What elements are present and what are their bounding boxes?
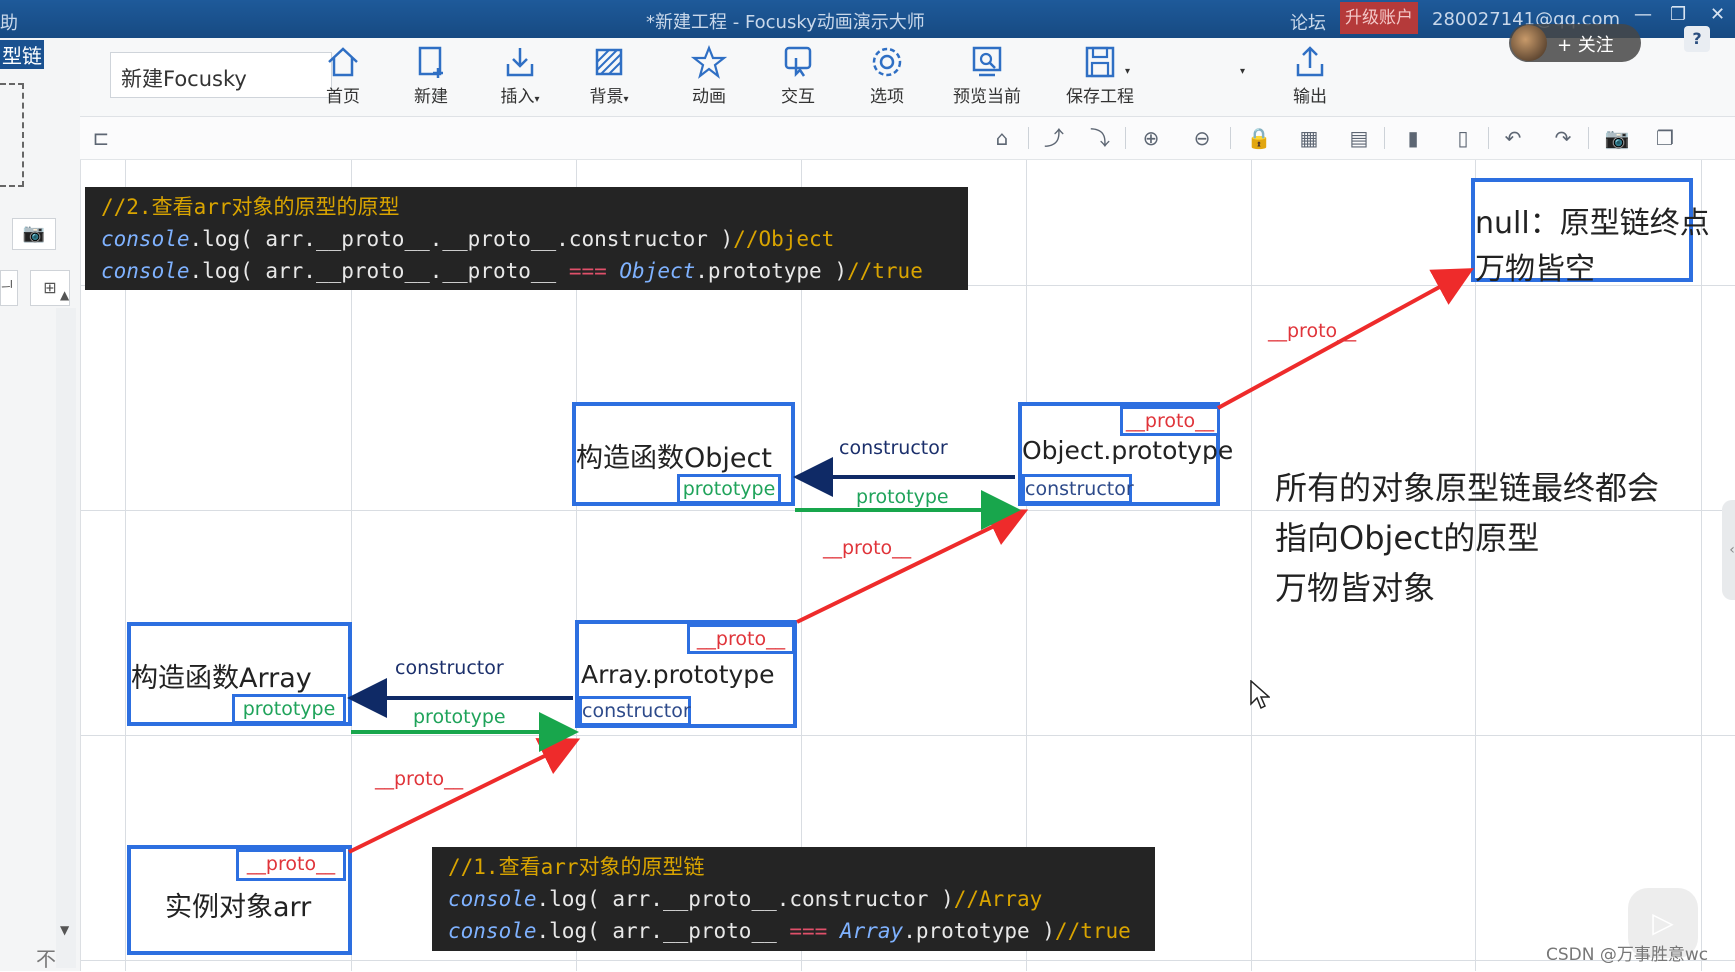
redo-icon[interactable]: ↷ xyxy=(1548,123,1578,153)
background-label: 背景▾ xyxy=(589,87,629,107)
summary-note[interactable]: 所有的对象原型链最终都会 指向Object的原型 万物皆对象 xyxy=(1275,463,1659,613)
new-label: 新建 xyxy=(414,87,448,107)
proto-arrow-instance-to-array xyxy=(348,738,581,854)
slide-thumbnail[interactable] xyxy=(0,83,24,187)
watermark: CSDN @万事胜意wc xyxy=(1546,945,1709,965)
preview-icon xyxy=(932,44,1042,82)
panel-bottom-button[interactable]: 不 xyxy=(36,943,56,972)
help-icon[interactable]: ? xyxy=(1684,26,1710,52)
home-view-icon[interactable]: ⌂ xyxy=(987,123,1017,153)
title-bar: 助 *新建工程 - Focusky动画演示大师 论坛 升级账户 28002714… xyxy=(0,0,1735,38)
preview-label: 预览当前 xyxy=(953,87,1021,107)
zoom-in-icon[interactable]: ⊕ xyxy=(1136,123,1166,153)
upgrade-account-button[interactable]: 升级账户 xyxy=(1340,2,1418,34)
mouse-cursor-icon xyxy=(1250,679,1271,714)
rotate-left-icon[interactable]: ⤵ xyxy=(1085,123,1115,153)
new-button[interactable]: 新建 xyxy=(386,44,476,112)
save-project-button[interactable]: 保存工程 xyxy=(1045,44,1155,112)
save-icon xyxy=(1045,44,1155,82)
menu-help-fragment[interactable]: 助 xyxy=(0,9,18,35)
proto-arrow-array-to-object xyxy=(796,509,1029,624)
avatar[interactable] xyxy=(1511,25,1547,61)
separator xyxy=(1125,127,1126,149)
options-button[interactable]: 选项 xyxy=(842,44,932,112)
scroll-up-icon[interactable]: ▲ xyxy=(60,288,69,302)
canvas-toolbar: ⊏ ⌂ ⤴ ⤵ ⊕ ⊖ 🔒 ▦ ▤ ▮ ▯ ↶ ↷ 📷 ❐ xyxy=(80,117,1735,160)
paint-format-icon[interactable]: ⊏ xyxy=(86,123,116,153)
screenshot-icon[interactable]: 📷 xyxy=(1602,123,1632,153)
zoom-out-icon[interactable]: ⊖ xyxy=(1187,123,1217,153)
prototype-label: prototype xyxy=(413,706,506,728)
home-icon xyxy=(298,44,388,82)
new-page-icon xyxy=(386,44,476,82)
proto-label: __proto__ xyxy=(375,768,464,790)
interaction-button[interactable]: 交互 xyxy=(753,44,843,112)
copy-icon[interactable]: ▮ xyxy=(1398,123,1428,153)
animation-button[interactable]: 动画 xyxy=(664,44,754,112)
save-project-label: 保存工程 xyxy=(1066,87,1134,107)
export-button[interactable]: 输出 xyxy=(1265,44,1355,112)
close-button[interactable]: ✕ xyxy=(1710,4,1725,25)
separator xyxy=(1230,127,1231,149)
save-dropdown-icon[interactable]: ▾ xyxy=(1240,66,1245,77)
panel-scrollbar[interactable] xyxy=(56,308,76,968)
home-label: 首页 xyxy=(326,87,360,107)
main-toolbar: 新建Focusky 首页 新建 插入▾ 背景▾ 动画 交互 选项 预览当前 ▾ … xyxy=(80,38,1735,117)
separator xyxy=(1028,127,1029,149)
follow-button[interactable]: + 关注 xyxy=(1557,31,1614,57)
insert-label: 插入▾ xyxy=(500,87,540,107)
separator xyxy=(1588,127,1589,149)
paste-icon[interactable]: ▯ xyxy=(1448,123,1478,153)
panel-tool-icon[interactable]: ᅴ xyxy=(0,270,18,306)
editor-canvas[interactable]: //2.查看arr对象的原型的原型 console.log( arr.__pro… xyxy=(81,160,1735,971)
gear-icon xyxy=(842,44,932,82)
undo-icon[interactable]: ↶ xyxy=(1498,123,1528,153)
camera-icon[interactable]: 📷 xyxy=(12,218,56,250)
proto-label: __proto__ xyxy=(823,537,912,559)
slide-panel: 型链 📷 ᅴ ⊞ ▲ ▼ 不 xyxy=(0,38,81,971)
note-line: 指向Object的原型 xyxy=(1275,519,1540,557)
interaction-label: 交互 xyxy=(781,87,815,107)
constructor-label: constructor xyxy=(395,657,504,679)
insert-icon xyxy=(475,44,565,82)
home-button[interactable]: 首页 xyxy=(298,44,388,112)
background-icon xyxy=(564,44,654,82)
proto-label: __proto__ xyxy=(1268,320,1357,342)
separator xyxy=(1384,127,1385,149)
forum-link[interactable]: 论坛 xyxy=(1290,9,1326,35)
scroll-down-icon[interactable]: ▼ xyxy=(60,923,69,937)
side-collapse-tab[interactable]: ‹ xyxy=(1722,500,1735,600)
lock-icon[interactable]: 🔒 xyxy=(1244,123,1274,153)
align-grid-icon[interactable]: ▤ xyxy=(1344,123,1374,153)
window-icon[interactable]: ❐ xyxy=(1650,123,1680,153)
note-line: 万物皆对象 xyxy=(1275,569,1436,607)
constructor-label: constructor xyxy=(839,437,948,459)
restore-button[interactable]: ❐ xyxy=(1670,4,1686,25)
separator xyxy=(1488,127,1489,149)
window-title: *新建工程 - Focusky动画演示大师 xyxy=(646,12,925,33)
upload-icon xyxy=(1265,44,1355,82)
star-icon xyxy=(664,44,754,82)
follow-widget[interactable]: + 关注 xyxy=(1509,24,1641,62)
panel-title: 型链 xyxy=(0,40,44,69)
pointer-icon xyxy=(753,44,843,82)
preview-button[interactable]: 预览当前 xyxy=(932,44,1042,112)
note-line: 所有的对象原型链最终都会 xyxy=(1275,469,1660,507)
prototype-label: prototype xyxy=(856,486,949,508)
grid-icon[interactable]: ▦ xyxy=(1294,123,1324,153)
minimize-button[interactable]: — xyxy=(1634,4,1652,25)
background-button[interactable]: 背景▾ xyxy=(564,44,654,112)
options-label: 选项 xyxy=(870,87,904,107)
insert-button[interactable]: 插入▾ xyxy=(475,44,565,112)
rotate-right-icon[interactable]: ⤴ xyxy=(1039,123,1069,153)
export-label: 输出 xyxy=(1293,87,1327,107)
animation-label: 动画 xyxy=(692,87,726,107)
